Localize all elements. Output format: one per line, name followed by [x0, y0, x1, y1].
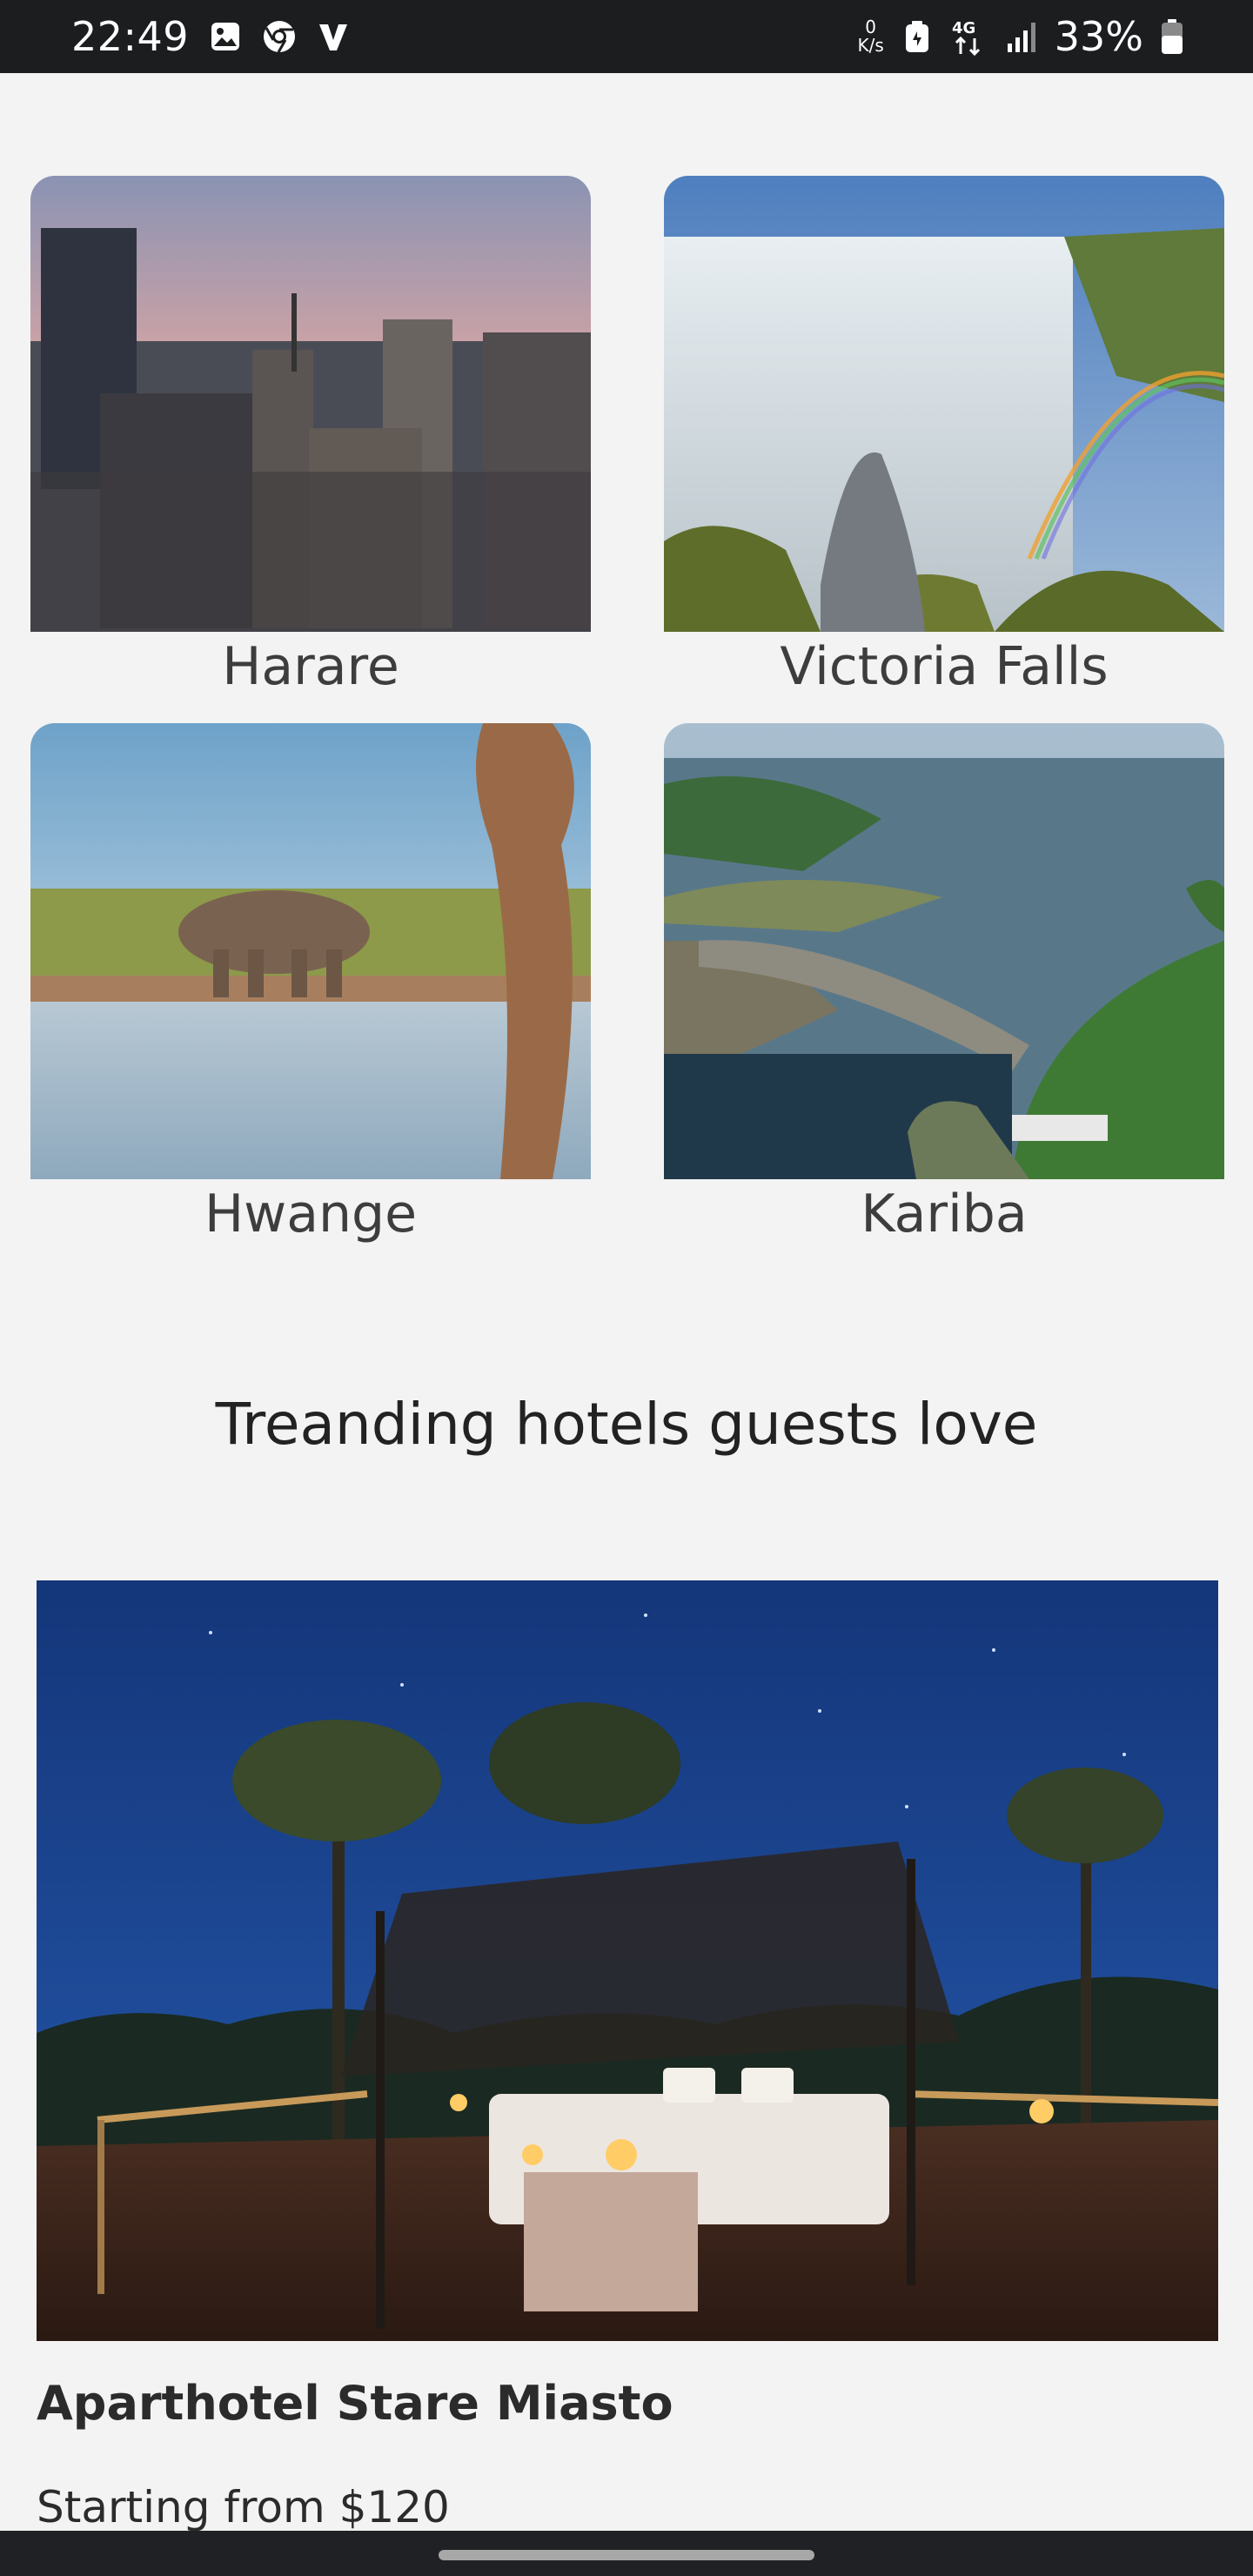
- harare-image: [30, 176, 591, 632]
- hotel-image: [37, 1580, 1218, 2341]
- hotel-price: Starting from $120: [37, 2482, 450, 2532]
- hotel-card[interactable]: [37, 1580, 1218, 2341]
- v-app-icon: [316, 19, 351, 54]
- network-speed: 0 K/s: [857, 18, 883, 55]
- destination-card-kariba[interactable]: Kariba: [664, 723, 1224, 1244]
- hwange-image: [30, 723, 591, 1179]
- network-4g-icon: 4G: [950, 19, 988, 56]
- destination-card-victoria-falls[interactable]: Victoria Falls: [664, 176, 1224, 697]
- trending-hotels-title: Treanding hotels guests love: [215, 1391, 1038, 1458]
- destination-card-harare[interactable]: Harare: [30, 176, 591, 697]
- battery-icon: [1159, 19, 1185, 54]
- net-speed-unit: K/s: [857, 35, 884, 56]
- destination-name: Kariba: [861, 1184, 1028, 1244]
- chrome-icon: [262, 19, 297, 54]
- destination-name: Victoria Falls: [780, 636, 1109, 697]
- hotel-name[interactable]: Aparthotel Stare Miasto: [37, 2376, 673, 2431]
- status-time: 22:49: [71, 13, 190, 60]
- home-gesture-handle[interactable]: [439, 2550, 814, 2560]
- destination-name: Harare: [222, 636, 399, 697]
- navigation-bar: [0, 2531, 1253, 2576]
- kariba-image: [664, 723, 1224, 1179]
- signal-icon: [1004, 19, 1039, 54]
- destination-card-hwange[interactable]: Hwange: [30, 723, 591, 1244]
- status-bar: 22:49 0 K/s 4G 33%: [0, 0, 1253, 73]
- victoria-falls-image: [664, 176, 1224, 632]
- battery-saver-icon: [900, 19, 935, 54]
- net-speed-value: 0: [865, 17, 876, 37]
- destination-name: Hwange: [204, 1184, 417, 1244]
- status-left: 22:49: [71, 0, 351, 73]
- battery-percent: 33%: [1054, 13, 1143, 60]
- gallery-icon: [208, 19, 243, 54]
- status-right: 0 K/s 4G 33%: [857, 0, 1185, 73]
- network-type-text: 4G: [952, 19, 975, 37]
